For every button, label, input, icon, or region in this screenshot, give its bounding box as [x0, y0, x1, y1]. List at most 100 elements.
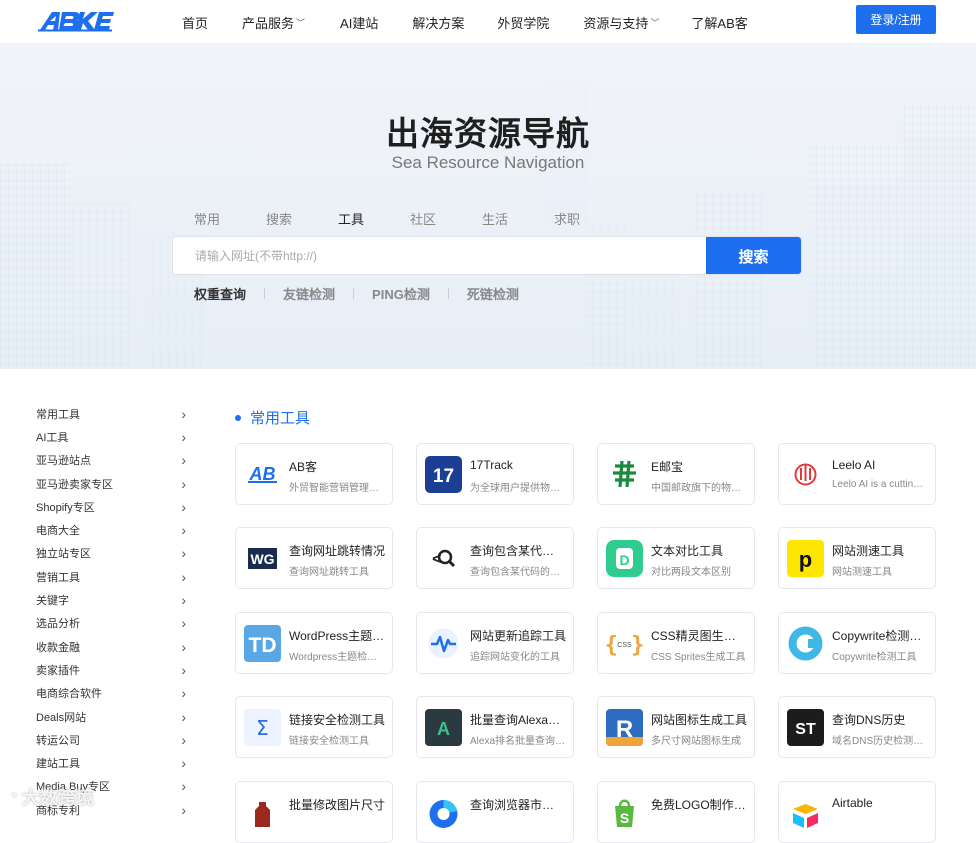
chevron-right-icon: › [181, 592, 186, 609]
tab-deadlink-check[interactable]: 死链检测 [467, 284, 519, 303]
sidebar-item[interactable]: 亚马逊站点 › [36, 449, 188, 472]
nav-resources[interactable]: 资源与支持 ﹀ [583, 13, 659, 32]
tab-jobs[interactable]: 求职 [554, 209, 626, 228]
tool-card[interactable]: AB AB客 外贸智能营销管理平台 [235, 443, 393, 505]
tool-card[interactable]: R 网站图标生成工具 多尺寸网站图标生成 [597, 696, 755, 758]
tool-card[interactable]: Airtable [778, 781, 936, 843]
sidebar-item[interactable]: 营销工具 › [36, 565, 188, 588]
tab-common[interactable]: 常用 [194, 209, 266, 228]
image-resize-icon [244, 794, 281, 831]
tool-card[interactable]: Leelo AI Leelo AI is a cutting-edge [778, 443, 936, 505]
tab-search[interactable]: 搜索 [266, 209, 338, 228]
chevron-right-icon: › [181, 801, 186, 818]
sidebar-item[interactable]: 选品分析 › [36, 612, 188, 635]
nav-solutions[interactable]: 解决方案 [412, 13, 464, 32]
category-sidebar: 常用工具 › AI工具 › 亚马逊站点 › 亚马逊卖家专区 › Shopify专区 › 电商大全 › 独… [36, 402, 188, 821]
tool-card[interactable]: S 免费LOGO制作工具 [597, 781, 755, 843]
abke-logo[interactable] [38, 10, 114, 32]
tool-card[interactable]: Σ 链接安全检测工具 链接安全检测工具 [235, 696, 393, 758]
tool-card-name: 链接安全检测工具 [289, 713, 385, 727]
sidebar-item[interactable]: 亚马逊卖家专区 › [36, 472, 188, 495]
svg-text:WG: WG [250, 551, 274, 567]
sidebar-item-label: 营销工具 [36, 571, 80, 584]
tool-card-name: 查询浏览器市场份额 [470, 798, 566, 812]
tab-ping-check[interactable]: PING检测 [372, 284, 430, 303]
copywrite-icon [787, 625, 824, 662]
tool-card-desc: 网站测速工具 [832, 567, 892, 578]
chevron-right-icon: › [181, 638, 186, 655]
tool-card[interactable]: Copywrite检测工具 Copywrite检测工具 [778, 612, 936, 674]
sidebar-item[interactable]: 转运公司 › [36, 728, 188, 751]
sidebar-item[interactable]: AI工具 › [36, 425, 188, 448]
sidebar-item[interactable]: 电商大全 › [36, 518, 188, 541]
divider [264, 288, 266, 299]
tool-card[interactable]: 网站更新追踪工具 追踪网站变化的工具 [416, 612, 574, 674]
nav-label: 了解AB客 [691, 15, 748, 31]
sidebar-item[interactable]: 建站工具 › [36, 751, 188, 774]
nav-about[interactable]: 了解AB客 [691, 13, 747, 32]
tool-card[interactable]: { } CSS CSS精灵图生成器 CSS Sprites生成工具 [597, 612, 755, 674]
abke-logo-icon: AB [244, 456, 281, 493]
tool-card[interactable]: 查询浏览器市场份额 [416, 781, 574, 843]
chevron-right-icon: › [181, 475, 186, 492]
main-nav: 首页 产品服务 ﹀ AI建站 解决方案 外贸学院 资源与支持 ﹀ 了解AB客 [182, 0, 748, 44]
tab-weight-query[interactable]: 权重查询 [194, 284, 246, 303]
search-input[interactable] [173, 237, 706, 274]
sidebar-item[interactable]: Deals网站 › [36, 705, 188, 728]
tool-card[interactable]: E邮宝中国邮政旗下的物流服务 [597, 443, 755, 505]
svg-text:CSS: CSS [617, 642, 632, 649]
sidebar-item[interactable]: 关键字 › [36, 588, 188, 611]
sidebar-item[interactable]: 收款金融 › [36, 635, 188, 658]
sidebar-item-label: 亚马逊站点 [36, 455, 91, 468]
search-button[interactable]: 搜索 [706, 237, 801, 274]
tool-card-name: E邮宝 [651, 460, 684, 474]
sidebar-item-label: 关键字 [36, 595, 69, 608]
tool-card-name: 批量查询Alexa排名 [470, 713, 566, 727]
chevron-right-icon: › [181, 498, 186, 515]
sidebar-item-label: 常用工具 [36, 408, 80, 421]
sidebar-item-label: 建站工具 [36, 758, 80, 771]
tool-card[interactable]: TD WordPress主题检测 Wordpress主题检测工具 [235, 612, 393, 674]
sidebar-item[interactable]: 卖家插件 › [36, 658, 188, 681]
nav-label: 资源与支持 [583, 15, 649, 31]
tool-card[interactable]: < 查询包含某代码的网站查询包含某代码的网站 [416, 527, 574, 589]
sidebar-item[interactable]: 独立站专区 › [36, 542, 188, 565]
tool-card-name: 网站更新追踪工具 [470, 629, 566, 643]
airtable-icon [787, 794, 824, 831]
tab-community[interactable]: 社区 [410, 209, 482, 228]
nav-home[interactable]: 首页 [182, 13, 208, 32]
tool-card[interactable]: D 文本对比工具 对比两段文本区别 [597, 527, 755, 589]
tool-card-desc: Leelo AI is a cutting-edge [832, 479, 928, 490]
tab-life[interactable]: 生活 [482, 209, 554, 228]
nav-academy[interactable]: 外贸学院 [497, 13, 549, 32]
section-header: 常用工具 [235, 407, 310, 428]
chevron-right-icon: › [181, 778, 186, 795]
tab-friendlink-check[interactable]: 友链检测 [283, 284, 335, 303]
divider [353, 288, 355, 299]
login-register-button[interactable]: 登录/注册 [856, 5, 936, 34]
nav-products[interactable]: 产品服务 ﹀ [242, 13, 305, 32]
tool-card[interactable]: WG 查询网址跳转情况 查询网址跳转工具 [235, 527, 393, 589]
search-bar: 搜索 [172, 236, 802, 275]
tool-card-desc: 多尺寸网站图标生成 [651, 736, 741, 747]
tool-card[interactable]: p 网站测速工具 网站测速工具 [778, 527, 936, 589]
tool-card-desc: 域名DNS历史检测工具 [832, 736, 928, 747]
17track-icon: 17 [425, 456, 462, 493]
tool-card-name: Copywrite检测工具 [832, 629, 928, 643]
tool-card-desc: Alexa排名批量查询工具 [470, 736, 566, 747]
chevron-right-icon: › [181, 731, 186, 748]
tool-card-desc: 追踪网站变化的工具 [470, 652, 560, 663]
tool-card[interactable]: A 批量查询Alexa排名 Alexa排名批量查询工具 [416, 696, 574, 758]
svg-text:R: R [616, 716, 633, 743]
tool-card[interactable]: 批量修改图片尺寸 [235, 781, 393, 843]
hero-banner: 出海资源导航 Sea Resource Navigation 常用 搜索 工具 … [0, 44, 976, 369]
sidebar-item[interactable]: 电商综合软件 › [36, 682, 188, 705]
tool-card-desc: 链接安全检测工具 [289, 736, 369, 747]
tool-card[interactable]: 17 17Track 为全球用户提供物流查询 [416, 443, 574, 505]
sidebar-item[interactable]: 常用工具 › [36, 402, 188, 425]
nav-ai-site[interactable]: AI建站 [340, 13, 378, 32]
tab-tools[interactable]: 工具 [338, 209, 410, 228]
tool-card[interactable]: ST 查询DNS历史 域名DNS历史检测工具 [778, 696, 936, 758]
sidebar-item[interactable]: Shopify专区 › [36, 495, 188, 518]
svg-text:17: 17 [433, 466, 454, 487]
